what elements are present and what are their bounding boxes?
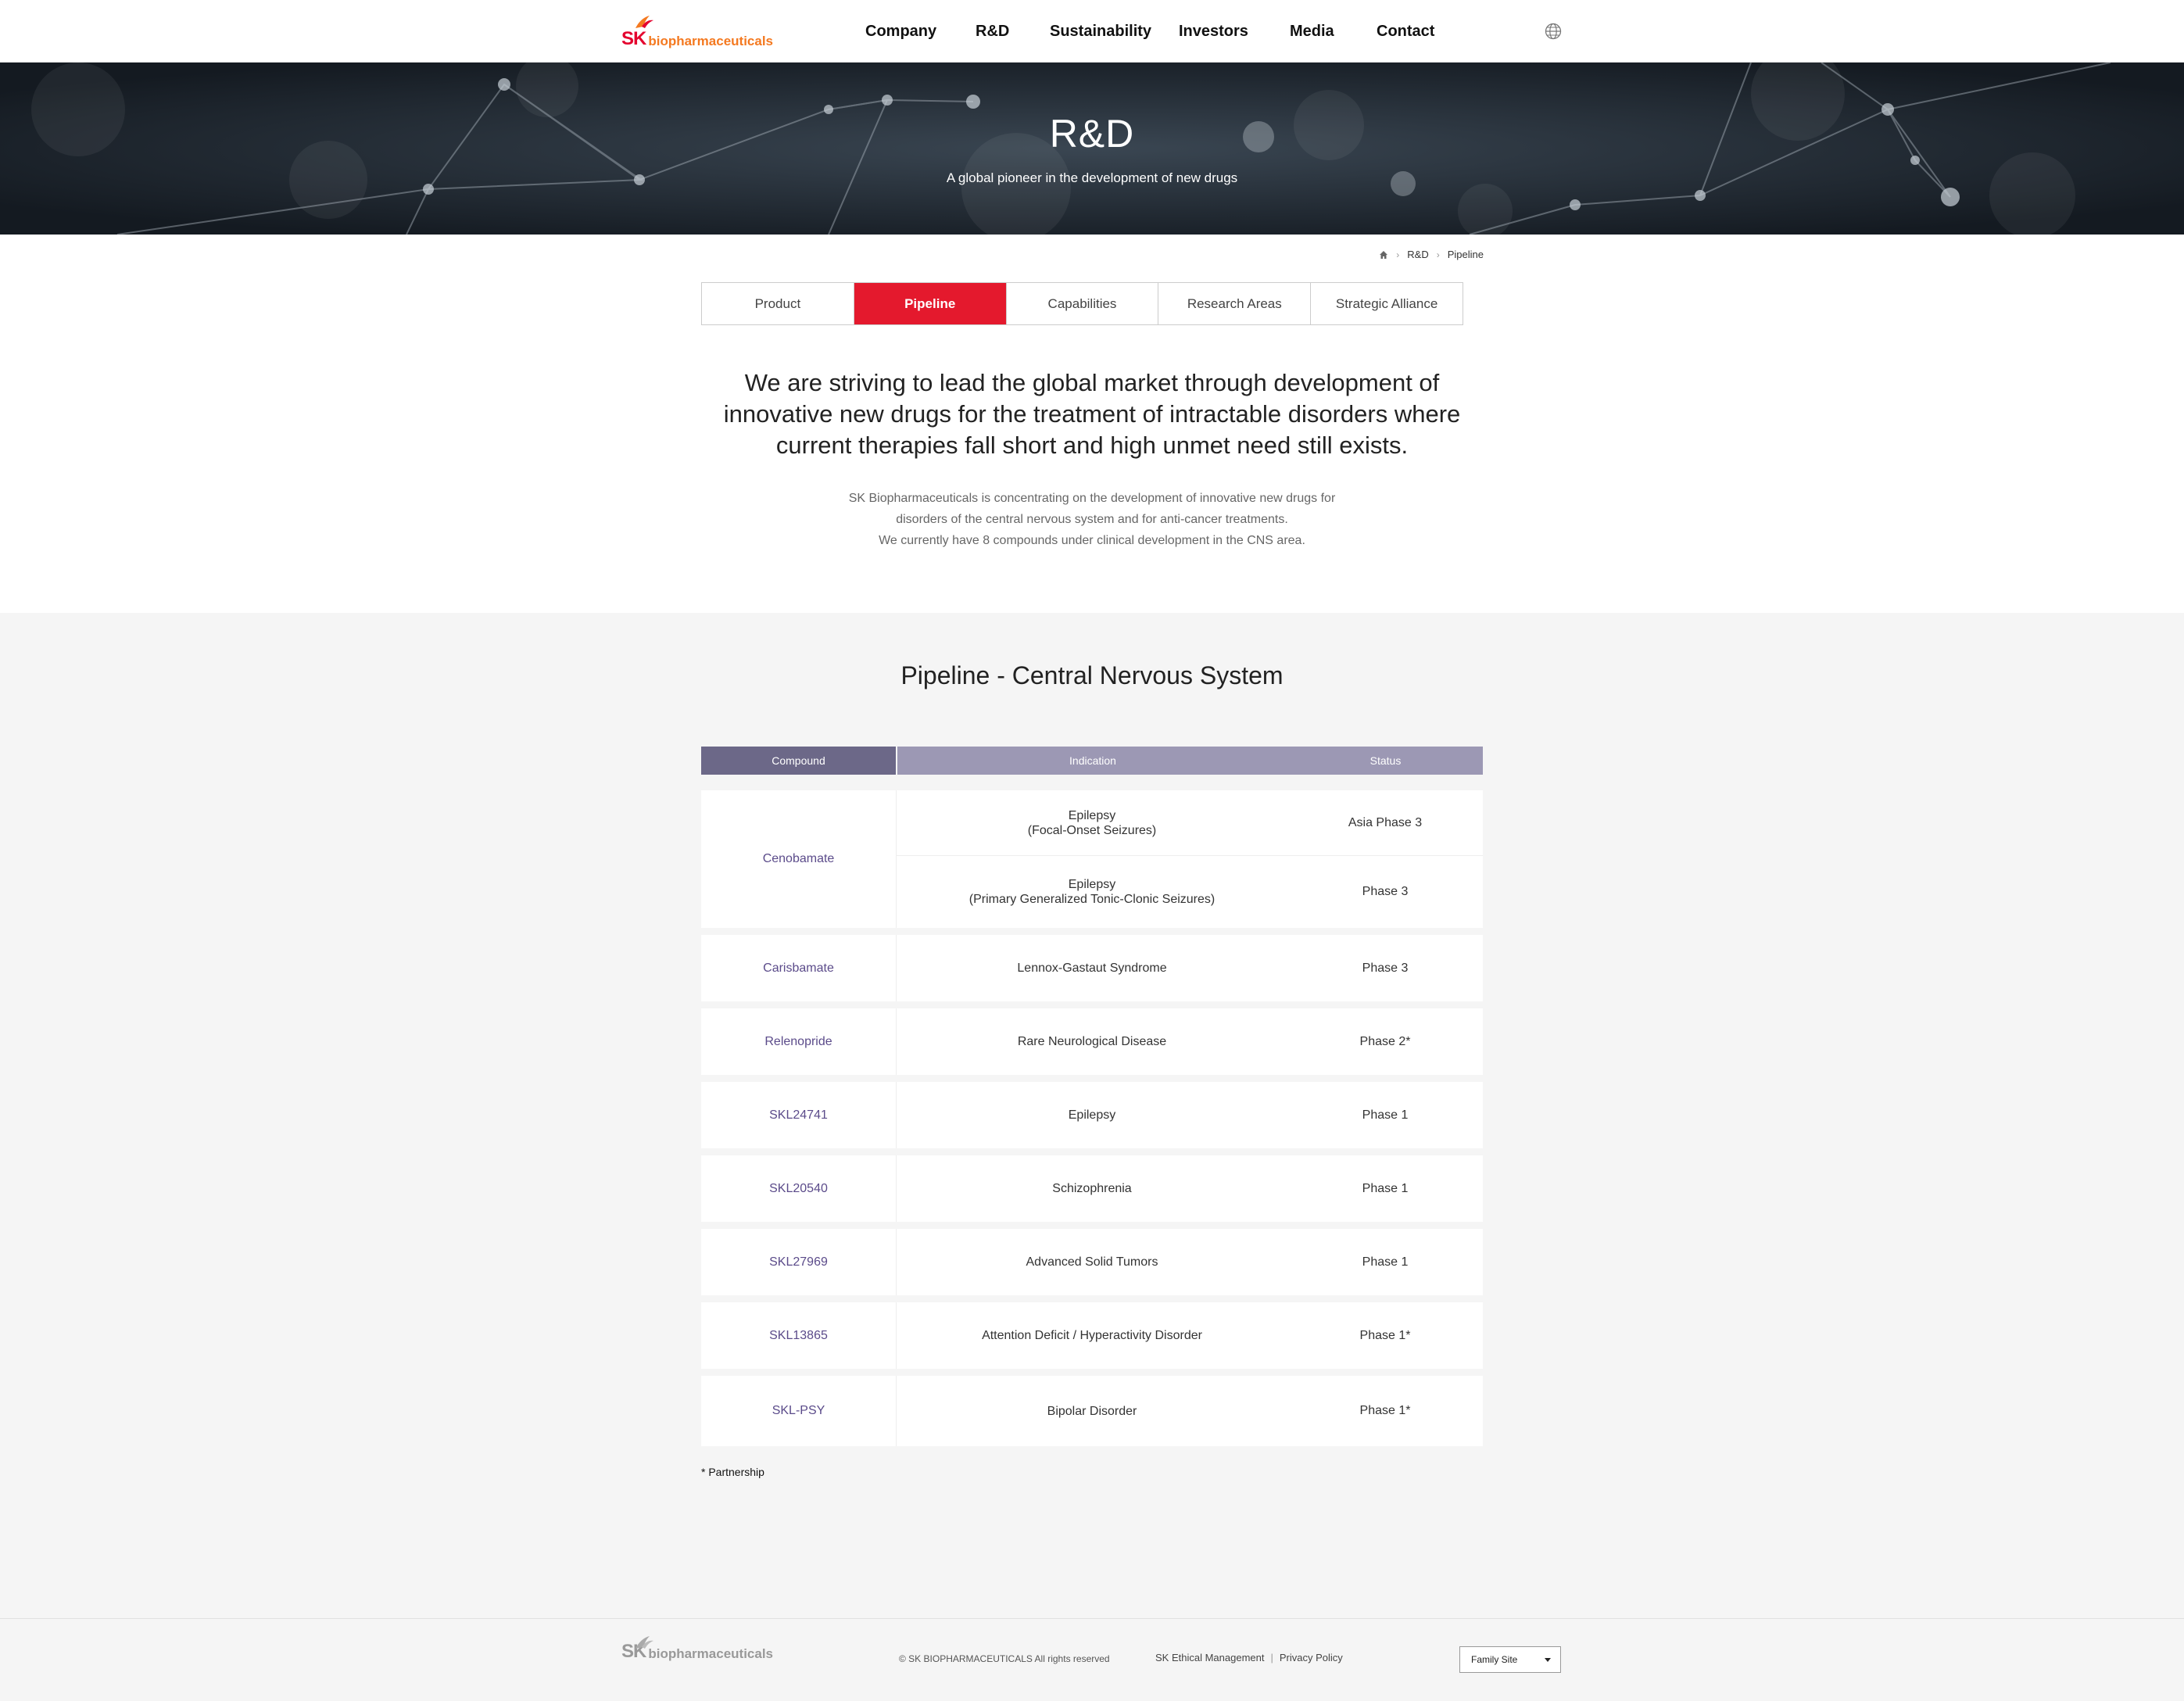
- hero-title: R&D: [1049, 112, 1135, 156]
- status-cell: Phase 1: [1362, 1108, 1409, 1122]
- indication-row: Rare Neurological Disease Phase 2*: [897, 1008, 1483, 1075]
- privacy-policy-link[interactable]: Privacy Policy: [1280, 1652, 1343, 1663]
- status-cell: Phase 1: [1362, 1255, 1409, 1269]
- intro-lead: We are striving to lead the global marke…: [723, 369, 1461, 459]
- ethical-management-link[interactable]: SK Ethical Management: [1155, 1652, 1264, 1663]
- intro-desc-line: disorders of the central nervous system …: [896, 513, 1288, 526]
- table-row: Relenopride Rare Neurological Disease Ph…: [701, 1008, 1483, 1075]
- globe-icon[interactable]: [1544, 22, 1563, 41]
- compound-cell[interactable]: Relenopride: [701, 1008, 897, 1075]
- logo-sk-text: SK: [621, 28, 646, 49]
- tab-research-areas[interactable]: Research Areas: [1158, 283, 1312, 324]
- compound-cell[interactable]: SKL24741: [701, 1082, 897, 1148]
- intro-desc-line: We currently have 8 compounds under clin…: [879, 534, 1305, 547]
- divider: |: [1270, 1652, 1273, 1663]
- breadcrumb: › R&D › Pipeline: [1379, 249, 1484, 260]
- indication-cell: Schizophrenia: [1052, 1182, 1132, 1195]
- compound-cell[interactable]: SKL20540: [701, 1155, 897, 1222]
- indication-row: Lennox-Gastaut Syndrome Phase 3: [897, 935, 1483, 1001]
- table-row: Cenobamate Epilepsy (Focal-Onset Seizure…: [701, 790, 1483, 928]
- indication-cell: Advanced Solid Tumors: [1026, 1255, 1158, 1269]
- chevron-right-icon: ›: [1396, 249, 1400, 260]
- compound-cell[interactable]: Cenobamate: [701, 790, 897, 928]
- tab-capabilities[interactable]: Capabilities: [1006, 283, 1159, 324]
- table-row: SKL20540 Schizophrenia Phase 1: [701, 1155, 1483, 1222]
- caret-down-icon: [1545, 1658, 1551, 1662]
- logo-wing-icon: [636, 1636, 653, 1649]
- indication-row: Bipolar Disorder Phase 1*: [897, 1376, 1483, 1446]
- partnership-note: * Partnership: [701, 1466, 764, 1478]
- indication-row: Attention Deficit / Hyperactivity Disord…: [897, 1302, 1483, 1369]
- nav-contact[interactable]: Contact: [1377, 23, 1434, 41]
- table-header: Compound Indication Status: [701, 747, 1483, 775]
- indication-row: Epilepsy (Focal-Onset Seizures) Asia Pha…: [897, 790, 1483, 856]
- header-indication: Indication: [1069, 754, 1116, 767]
- footer-links: SK Ethical Management | Privacy Policy: [1155, 1652, 1343, 1663]
- copyright: © SK BIOPHARMACEUTICALS All rights reser…: [899, 1653, 1110, 1664]
- site-footer: SK biopharmaceuticals © SK BIOPHARMACEUT…: [0, 1618, 2184, 1701]
- header-compound: Compound: [701, 747, 896, 775]
- table-row: SKL-PSY Bipolar Disorder Phase 1*: [701, 1376, 1483, 1446]
- chevron-right-icon: ›: [1436, 249, 1440, 260]
- nav-investors[interactable]: Investors: [1179, 23, 1248, 41]
- compound-cell[interactable]: Carisbamate: [701, 935, 897, 1001]
- footer-logo[interactable]: SK biopharmaceuticals: [621, 1636, 774, 1661]
- indication-row: Epilepsy Phase 1: [897, 1082, 1483, 1148]
- pipeline-table: Compound Indication Status Cenobamate Ep…: [701, 747, 1483, 1446]
- status-cell: Phase 3: [1362, 885, 1409, 898]
- indication-cell: Attention Deficit / Hyperactivity Disord…: [982, 1329, 1202, 1342]
- table-row: SKL27969 Advanced Solid Tumors Phase 1: [701, 1229, 1483, 1295]
- status-cell: Phase 2*: [1359, 1034, 1411, 1048]
- nav-rnd[interactable]: R&D: [976, 23, 1009, 41]
- hero-subtitle: A global pioneer in the development of n…: [946, 170, 1238, 185]
- tab-strategic-alliance[interactable]: Strategic Alliance: [1311, 283, 1463, 324]
- indication-cell: Lennox-Gastaut Syndrome: [1017, 962, 1167, 975]
- intro-description: SK Biopharmaceuticals is concentrating o…: [688, 488, 1496, 551]
- table-row: Carisbamate Lennox-Gastaut Syndrome Phas…: [701, 935, 1483, 1001]
- header-status: Status: [1369, 754, 1402, 767]
- home-icon[interactable]: [1379, 250, 1388, 260]
- logo-bio-text: biopharmaceuticals: [648, 34, 774, 48]
- indication-cell: Epilepsy (Primary Generalized Tonic-Clon…: [897, 877, 1287, 907]
- compound-cell[interactable]: SKL-PSY: [701, 1376, 897, 1446]
- table-row: SKL13865 Attention Deficit / Hyperactivi…: [701, 1302, 1483, 1369]
- indication-line: Epilepsy: [1068, 878, 1116, 891]
- indication-cell: Rare Neurological Disease: [1017, 1035, 1167, 1048]
- sub-tabs: Product Pipeline Capabilities Research A…: [701, 282, 1463, 325]
- status-cell: Phase 1*: [1359, 1404, 1411, 1417]
- intro-desc-line: SK Biopharmaceuticals is concentrating o…: [848, 492, 1336, 505]
- indication-line: (Focal-Onset Seizures): [1027, 823, 1157, 837]
- pipeline-title: Pipeline - Central Nervous System: [900, 661, 1284, 689]
- footer-logo-bio: biopharmaceuticals: [648, 1646, 774, 1661]
- status-cell: Phase 1*: [1359, 1328, 1411, 1342]
- status-cell: Phase 1: [1362, 1181, 1409, 1195]
- indication-cell: Epilepsy (Focal-Onset Seizures): [897, 808, 1287, 838]
- tab-product[interactable]: Product: [702, 283, 854, 324]
- compound-cell[interactable]: SKL13865: [701, 1302, 897, 1369]
- indication-cell: Bipolar Disorder: [1047, 1404, 1137, 1418]
- hero-banner: R&D A global pioneer in the development …: [0, 63, 2184, 235]
- breadcrumb-item-pipeline[interactable]: Pipeline: [1448, 249, 1484, 260]
- indication-line: (Primary Generalized Tonic-Clonic Seizur…: [968, 893, 1216, 906]
- header-indication-status: Indication Status: [897, 747, 1483, 775]
- nav-company[interactable]: Company: [865, 23, 936, 41]
- tab-pipeline[interactable]: Pipeline: [854, 283, 1007, 324]
- indication-row: Advanced Solid Tumors Phase 1: [897, 1229, 1483, 1295]
- indication-row: Epilepsy (Primary Generalized Tonic-Clon…: [897, 856, 1483, 928]
- compound-cell[interactable]: SKL27969: [701, 1229, 897, 1295]
- nav-media[interactable]: Media: [1290, 23, 1334, 41]
- status-cell: Asia Phase 3: [1348, 815, 1423, 829]
- family-site-select[interactable]: Family Site: [1459, 1646, 1561, 1673]
- breadcrumb-item-rnd[interactable]: R&D: [1407, 249, 1428, 260]
- nav-sustainability[interactable]: Sustainability: [1050, 23, 1151, 41]
- site-header: SK biopharmaceuticals Company R&D Sustai…: [0, 0, 2184, 63]
- logo-wing-icon: [636, 16, 653, 28]
- status-cell: Phase 3: [1362, 961, 1409, 975]
- family-site-label: Family Site: [1471, 1654, 1518, 1665]
- indication-row: Schizophrenia Phase 1: [897, 1155, 1483, 1222]
- indication-cell: Epilepsy: [1068, 1108, 1116, 1122]
- table-row: SKL24741 Epilepsy Phase 1: [701, 1082, 1483, 1148]
- indication-line: Epilepsy: [1068, 808, 1116, 822]
- site-logo[interactable]: SK biopharmaceuticals: [621, 14, 773, 48]
